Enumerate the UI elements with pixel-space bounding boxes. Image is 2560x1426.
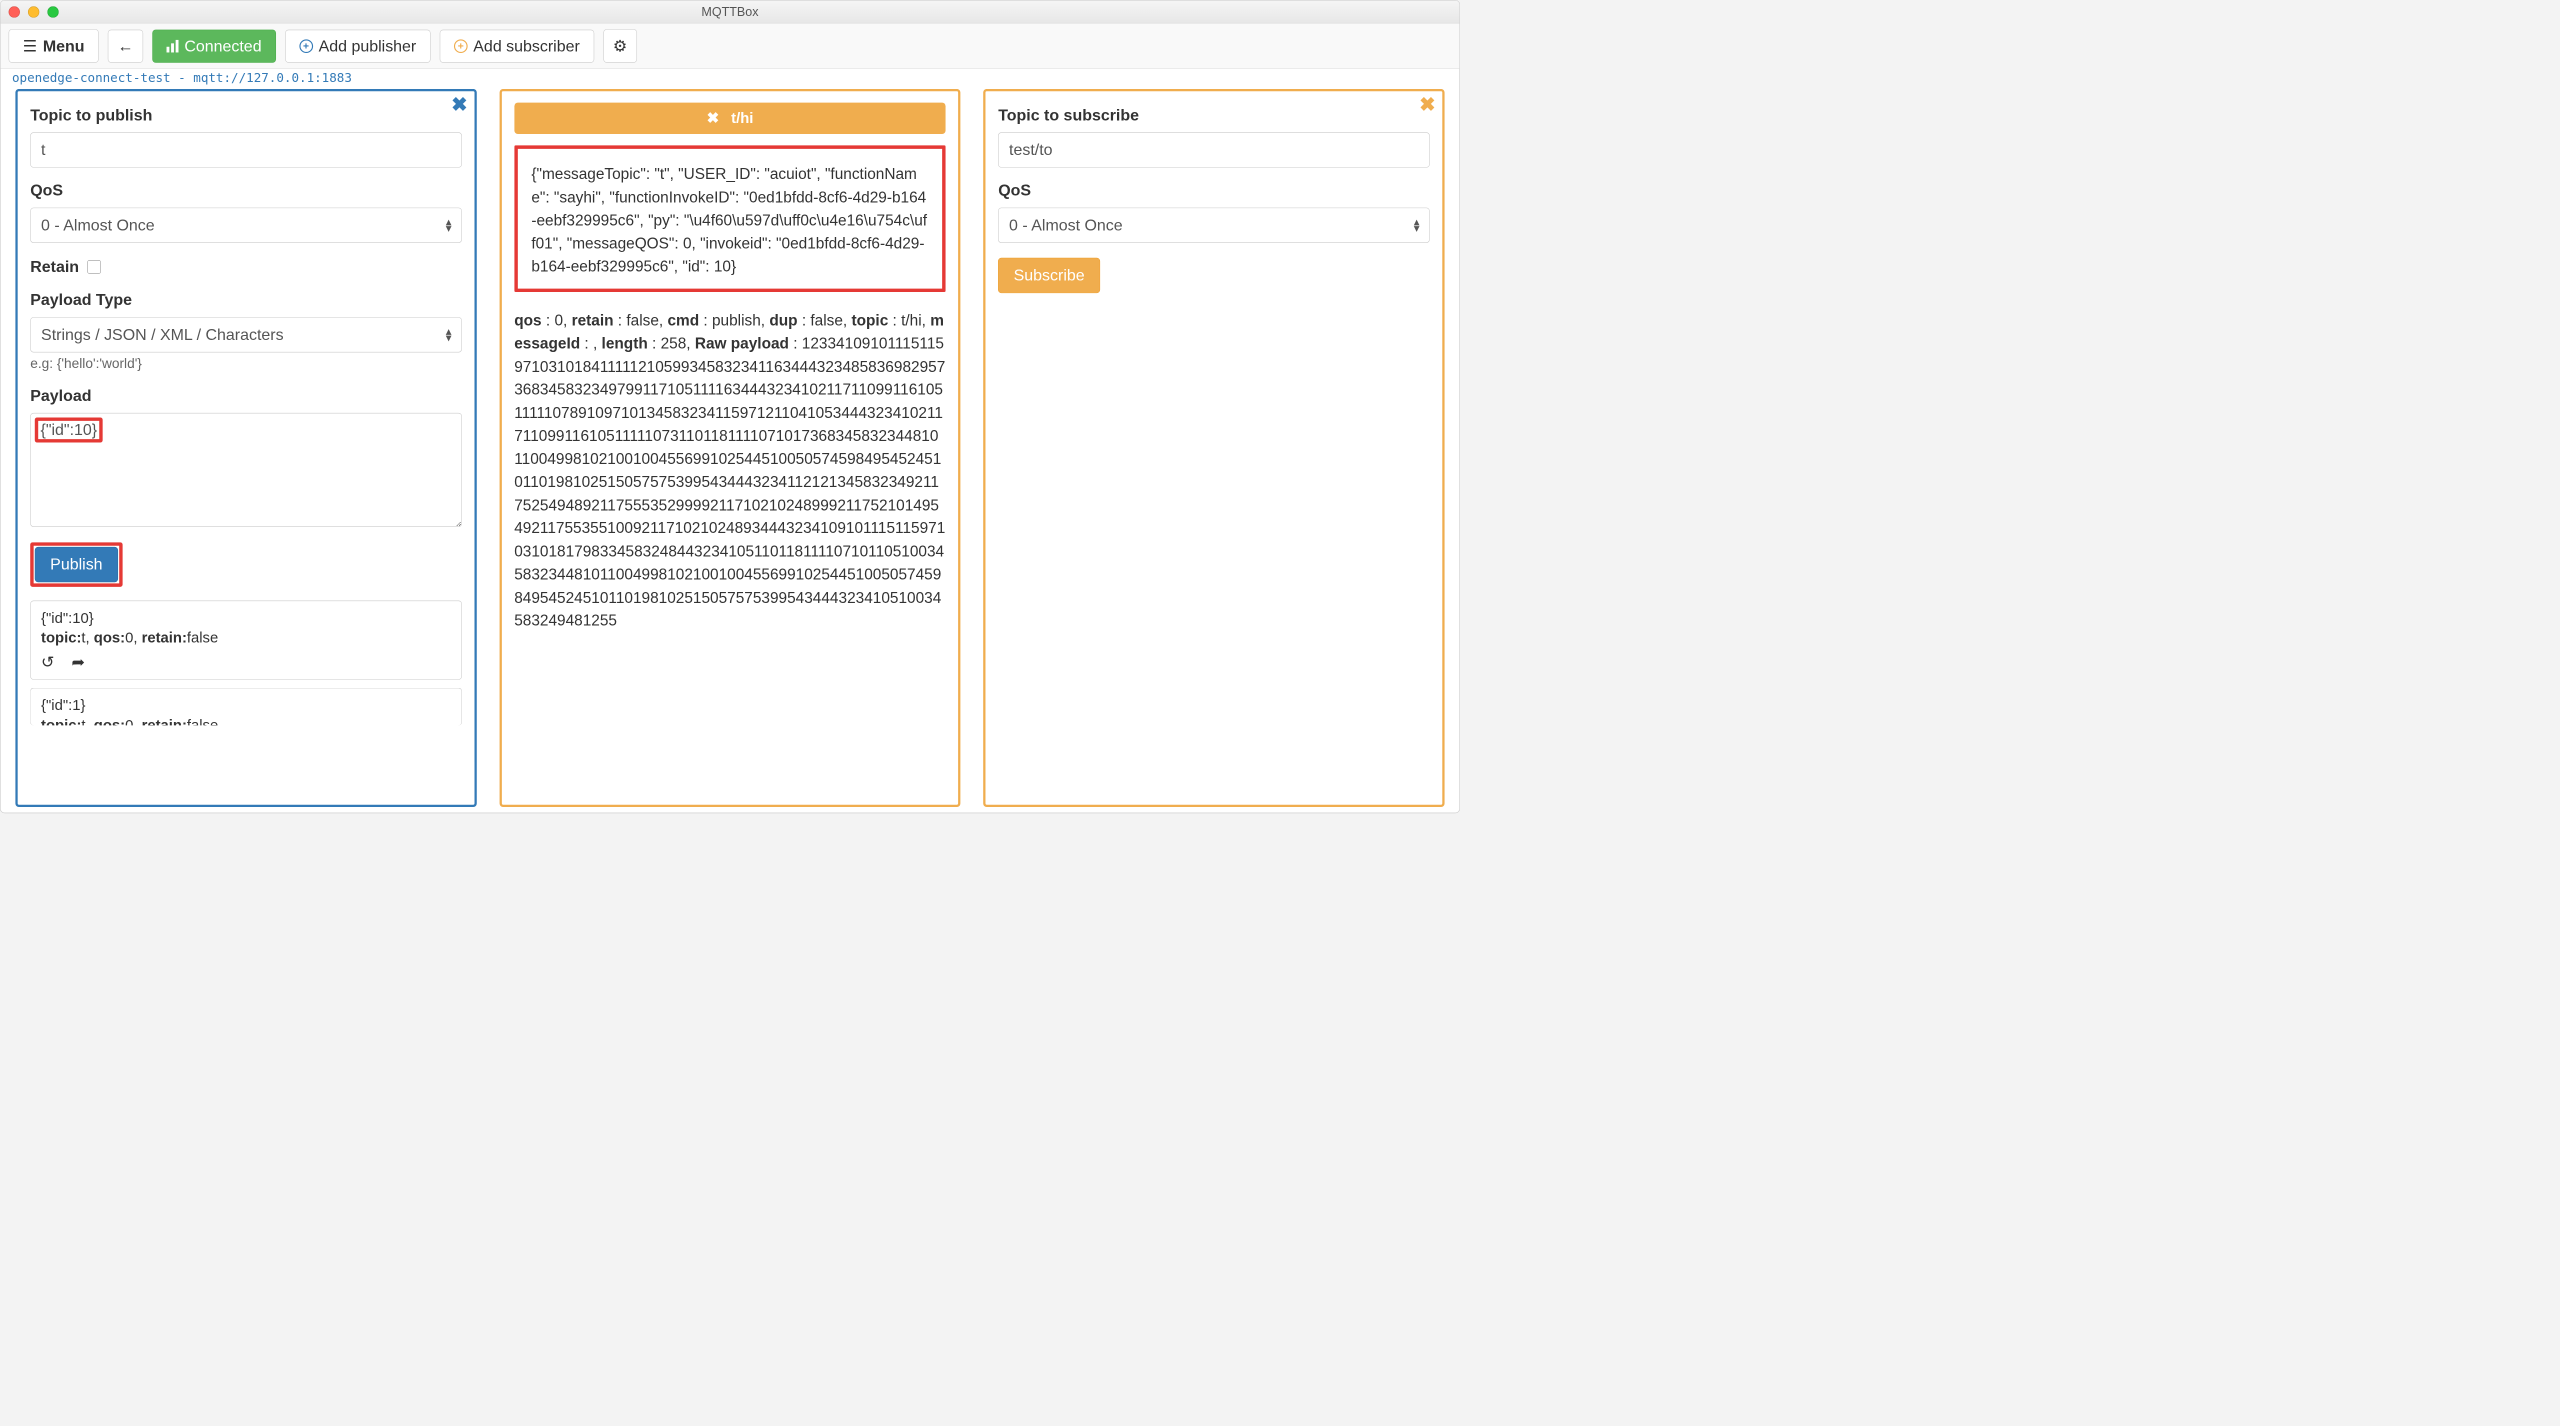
topic-subscribe-label: Topic to subscribe (998, 106, 1430, 124)
add-publisher-label: Add publisher (319, 37, 417, 55)
payload-type-select[interactable]: Strings / JSON / XML / Characters (30, 317, 462, 352)
chevron-updown-icon: ▴▾ (446, 218, 452, 232)
connection-string: openedge-connect-test - mqtt://127.0.0.1… (1, 69, 1460, 89)
message-body: {"messageTopic": "t", "USER_ID": "acuiot… (514, 145, 946, 291)
payload-value-highlight: {"id":10} (40, 421, 97, 439)
message-panel: ✖ t/hi {"messageTopic": "t", "USER_ID": … (499, 89, 960, 807)
history-item: {"id":10} topic:t, qos:0, retain:false ↺… (30, 601, 462, 680)
qos-select[interactable]: 0 - Almost Once (998, 208, 1430, 243)
share-icon[interactable]: ➦ (72, 652, 85, 671)
payload-type-label: Payload Type (30, 291, 462, 309)
chevron-updown-icon: ▴▾ (446, 328, 452, 342)
back-button[interactable] (108, 29, 143, 62)
menu-icon (23, 36, 37, 55)
connected-button[interactable]: Connected (152, 29, 275, 62)
payload-label: Payload (30, 387, 462, 405)
history-body: {"id":10} (41, 609, 451, 627)
menu-label: Menu (43, 37, 85, 55)
payload-type-hint: e.g: {'hello':'world'} (30, 356, 462, 372)
chip-topic-label: t/hi (731, 109, 753, 126)
history-meta: topic:t, qos:0, retain:false (41, 716, 451, 725)
qos-label: QoS (30, 181, 462, 199)
history-item: {"id":1} topic:t, qos:0, retain:false (30, 688, 462, 726)
menu-button[interactable]: Menu (9, 29, 99, 63)
back-icon (118, 37, 134, 55)
topic-publish-input[interactable] (30, 132, 462, 167)
plus-orange-icon: + (454, 39, 468, 53)
publisher-panel: ✖ Topic to publish QoS 0 - Almost Once ▴… (15, 89, 476, 807)
raw-qos: 0 (554, 312, 563, 329)
topic-subscribe-input[interactable] (998, 132, 1430, 167)
raw-dup: false (810, 312, 843, 329)
retain-checkbox[interactable] (87, 260, 101, 274)
add-subscriber-button[interactable]: + Add subscriber (440, 29, 594, 62)
topic-publish-label: Topic to publish (30, 106, 462, 124)
remove-topic-icon[interactable]: ✖ (707, 109, 719, 126)
subscriber-panel: ✖ Topic to subscribe QoS 0 - Almost Once… (983, 89, 1444, 807)
window-close-dot[interactable] (9, 6, 20, 17)
close-icon[interactable]: ✖ (1419, 94, 1435, 117)
message-raw: qos : 0, retain : false, cmd : publish, … (514, 309, 946, 632)
repeat-icon[interactable]: ↺ (41, 652, 54, 671)
window-minimize-dot[interactable] (28, 6, 39, 17)
raw-cmd: publish (712, 312, 761, 329)
window-title: MQTTBox (701, 4, 758, 19)
raw-length: 258 (661, 335, 687, 352)
qos-label: QoS (998, 181, 1430, 199)
subscribe-button[interactable]: Subscribe (998, 258, 1100, 293)
message-topic-chip[interactable]: ✖ t/hi (514, 103, 946, 134)
add-publisher-button[interactable]: + Add publisher (285, 29, 431, 62)
raw-retain: false (626, 312, 659, 329)
history-meta: topic:t, qos:0, retain:false (41, 629, 451, 647)
raw-payload: 1233410910111511597103101841111121059934… (514, 335, 945, 629)
settings-button[interactable] (603, 29, 637, 63)
add-subscriber-label: Add subscriber (473, 37, 580, 55)
qos-select[interactable]: 0 - Almost Once (30, 208, 462, 243)
signal-bars-icon (167, 40, 179, 53)
history-body: {"id":1} (41, 696, 451, 714)
connected-label: Connected (184, 37, 261, 55)
raw-topic: t/hi (901, 312, 922, 329)
publish-button[interactable]: Publish (35, 547, 118, 582)
window-zoom-dot[interactable] (47, 6, 58, 17)
plus-blue-icon: + (299, 39, 313, 53)
retain-label: Retain (30, 258, 79, 276)
close-icon[interactable]: ✖ (451, 94, 467, 117)
gear-icon (613, 36, 627, 55)
chevron-updown-icon: ▴▾ (1414, 218, 1420, 232)
